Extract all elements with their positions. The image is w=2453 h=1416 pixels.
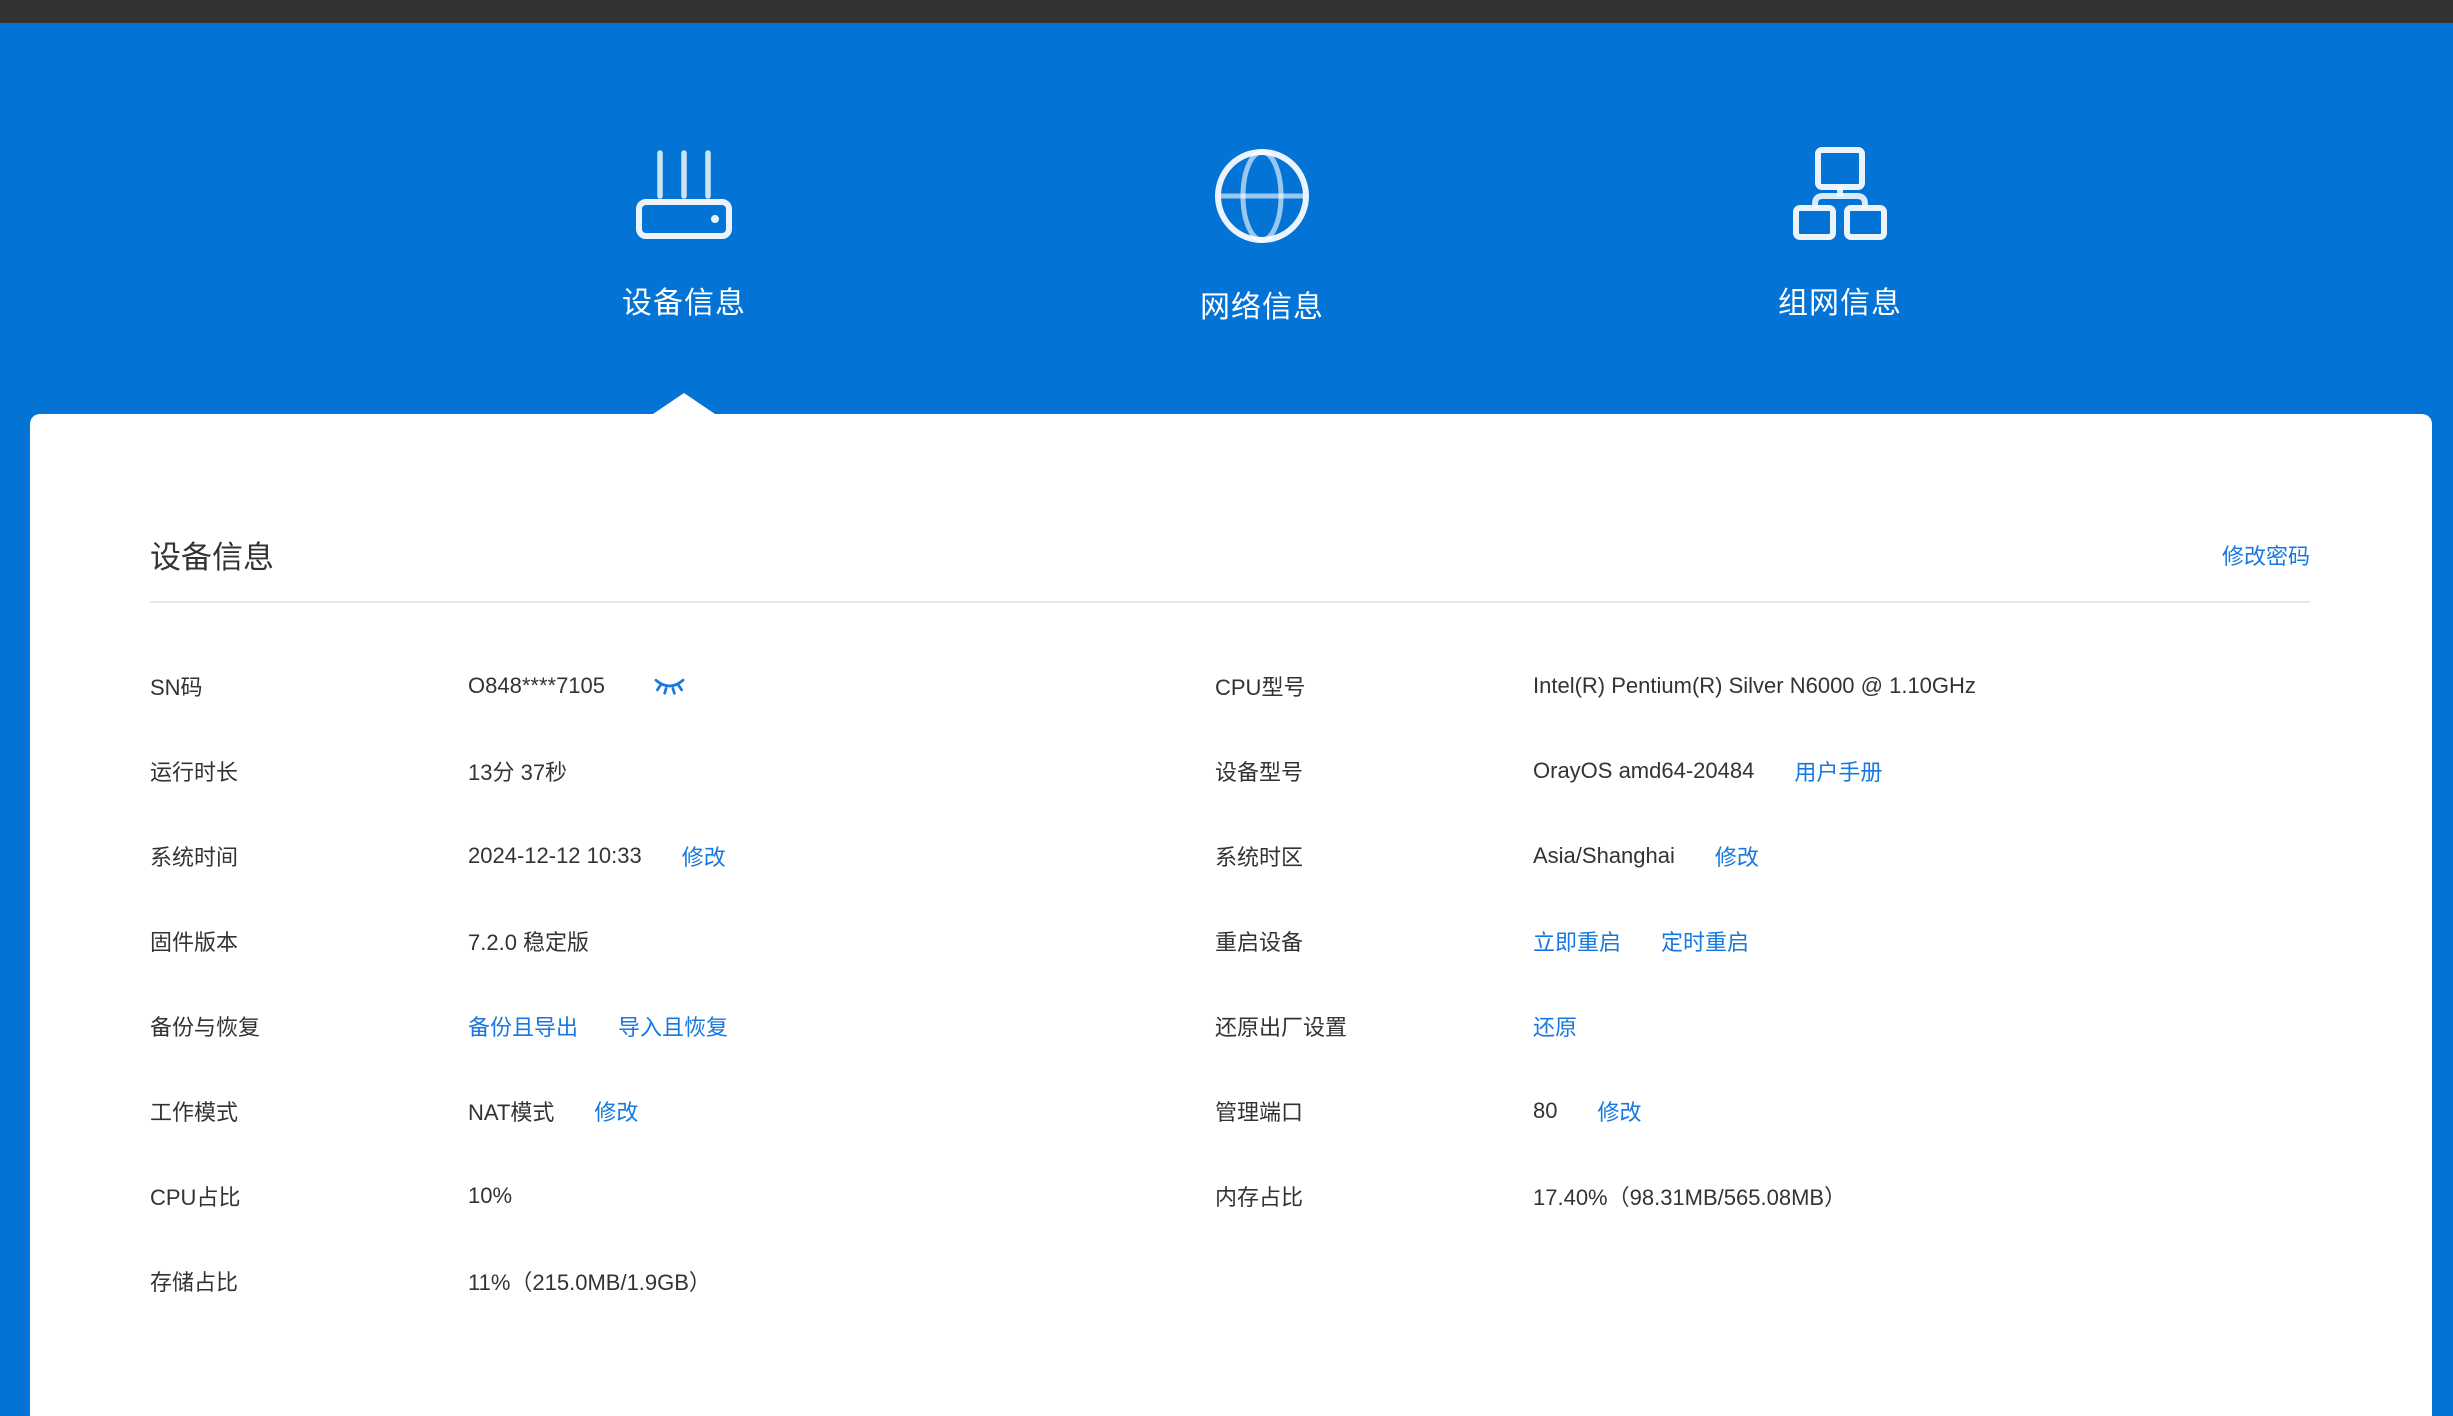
info-row: 系统时间2024-12-12 10:33 修改 系统时区Asia/Shanghai 修… bbox=[150, 813, 2310, 898]
action-link[interactable]: 修改 bbox=[682, 840, 726, 872]
action-link[interactable]: 修改 bbox=[1597, 1095, 1641, 1127]
info-row: 工作模式NAT模式 修改 管理端口80 修改 bbox=[150, 1068, 2310, 1153]
info-cell: CPU占比10% bbox=[150, 1180, 1215, 1212]
field-label: CPU型号 bbox=[1215, 670, 1533, 702]
field-label: SN码 bbox=[150, 670, 468, 702]
info-row: 备份与恢复备份且导出 导入且恢复 还原出厂设置还原 bbox=[150, 983, 2310, 1068]
field-label: 管理端口 bbox=[1215, 1095, 1533, 1127]
field-label: 运行时长 bbox=[150, 755, 468, 787]
eye-closed-icon[interactable] bbox=[653, 675, 686, 697]
field-value: 10% bbox=[468, 1183, 512, 1209]
field-value: NAT模式 bbox=[468, 1095, 554, 1127]
field-value-group: 7.2.0 稳定版 bbox=[468, 925, 589, 957]
field-value-group: OrayOS amd64-20484 用户手册 bbox=[1533, 755, 1882, 787]
tab-label: 网络信息 bbox=[1112, 282, 1412, 326]
field-value: 7.2.0 稳定版 bbox=[468, 925, 589, 957]
action-link[interactable]: 导入且恢复 bbox=[618, 1010, 728, 1042]
field-label: 设备型号 bbox=[1215, 755, 1533, 787]
field-value: O848****7105 bbox=[468, 673, 605, 699]
info-cell: 重启设备立即重启 定时重启 bbox=[1215, 925, 2310, 957]
field-value-group: 10% bbox=[468, 1183, 512, 1209]
action-link[interactable]: 还原 bbox=[1533, 1010, 1577, 1042]
field-value-group: O848****7105 bbox=[468, 673, 686, 699]
field-label: 系统时间 bbox=[150, 840, 468, 872]
field-value-group: 立即重启 定时重启 bbox=[1533, 925, 1749, 957]
field-value: 13分 37秒 bbox=[468, 755, 567, 787]
field-label: 工作模式 bbox=[150, 1095, 468, 1127]
field-value: 17.40%（98.31MB/565.08MB） bbox=[1533, 1180, 1846, 1212]
field-value: 2024-12-12 10:33 bbox=[468, 843, 642, 869]
info-cell: 还原出厂设置还原 bbox=[1215, 1010, 2310, 1042]
info-cell: 系统时区Asia/Shanghai 修改 bbox=[1215, 840, 2310, 872]
info-cell: 工作模式NAT模式 修改 bbox=[150, 1095, 1215, 1127]
device-info-card: 设备信息 修改密码 SN码O848****7105 CPU型号Intel(R) … bbox=[30, 414, 2432, 1416]
globe-icon bbox=[1212, 146, 1312, 246]
info-cell: 备份与恢复备份且导出 导入且恢复 bbox=[150, 1010, 1215, 1042]
info-row: 存储占比11%（215.0MB/1.9GB） bbox=[150, 1238, 2310, 1323]
field-value-group: Intel(R) Pentium(R) Silver N6000 @ 1.10G… bbox=[1533, 673, 1976, 699]
field-value-group: 11%（215.0MB/1.9GB） bbox=[468, 1265, 711, 1297]
action-link[interactable]: 修改 bbox=[1715, 840, 1759, 872]
field-value-group: 80 修改 bbox=[1533, 1095, 1642, 1127]
field-label: 系统时区 bbox=[1215, 840, 1533, 872]
action-link[interactable]: 用户手册 bbox=[1794, 755, 1882, 787]
info-grid: SN码O848****7105 CPU型号Intel(R) Pentium(R)… bbox=[150, 603, 2310, 1323]
field-label: 备份与恢复 bbox=[150, 1010, 468, 1042]
field-value-group: 备份且导出 导入且恢复 bbox=[468, 1010, 728, 1042]
info-row: 固件版本7.2.0 稳定版重启设备立即重启定时重启 bbox=[150, 898, 2310, 983]
field-value-group: 2024-12-12 10:33 修改 bbox=[468, 840, 726, 872]
field-label: 还原出厂设置 bbox=[1215, 1010, 1533, 1042]
router-icon bbox=[629, 146, 739, 242]
field-label: 固件版本 bbox=[150, 925, 468, 957]
field-value: Asia/Shanghai bbox=[1533, 843, 1675, 869]
info-cell: 固件版本7.2.0 稳定版 bbox=[150, 925, 1215, 957]
action-link[interactable]: 定时重启 bbox=[1661, 925, 1749, 957]
action-link[interactable]: 立即重启 bbox=[1533, 925, 1621, 957]
top-dark-bar bbox=[0, 0, 2453, 23]
field-value: 80 bbox=[1533, 1098, 1557, 1124]
change-password-link[interactable]: 修改密码 bbox=[2222, 539, 2310, 571]
field-label: 重启设备 bbox=[1215, 925, 1533, 957]
sitemap-icon bbox=[1790, 146, 1890, 242]
field-label: 存储占比 bbox=[150, 1265, 468, 1297]
action-link[interactable]: 备份且导出 bbox=[468, 1010, 578, 1042]
field-value-group: 13分 37秒 bbox=[468, 755, 567, 787]
info-cell: 运行时长13分 37秒 bbox=[150, 755, 1215, 787]
field-value: Intel(R) Pentium(R) Silver N6000 @ 1.10G… bbox=[1533, 673, 1976, 699]
card-title: 设备信息 bbox=[150, 532, 274, 577]
field-label: CPU占比 bbox=[150, 1180, 468, 1212]
field-value: OrayOS amd64-20484 bbox=[1533, 758, 1754, 784]
active-tab-pointer bbox=[653, 393, 715, 414]
tab-label: 设备信息 bbox=[534, 278, 834, 322]
field-value: 11%（215.0MB/1.9GB） bbox=[468, 1265, 711, 1297]
info-cell: 内存占比17.40%（98.31MB/565.08MB） bbox=[1215, 1180, 2310, 1212]
info-row: SN码O848****7105 CPU型号Intel(R) Pentium(R)… bbox=[150, 643, 2310, 728]
tab-mesh-info[interactable]: 组网信息 bbox=[1690, 146, 1990, 322]
info-cell: CPU型号Intel(R) Pentium(R) Silver N6000 @ … bbox=[1215, 670, 2310, 702]
tab-network-info[interactable]: 网络信息 bbox=[1112, 146, 1412, 326]
field-label: 内存占比 bbox=[1215, 1180, 1533, 1212]
field-value-group: 17.40%（98.31MB/565.08MB） bbox=[1533, 1180, 1846, 1212]
info-cell: SN码O848****7105 bbox=[150, 670, 1215, 702]
field-value-group: Asia/Shanghai 修改 bbox=[1533, 840, 1759, 872]
info-row: CPU占比10%内存占比17.40%（98.31MB/565.08MB） bbox=[150, 1153, 2310, 1238]
tab-device-info[interactable]: 设备信息 bbox=[534, 146, 834, 322]
field-value-group: NAT模式 修改 bbox=[468, 1095, 638, 1127]
action-link[interactable]: 修改 bbox=[594, 1095, 638, 1127]
info-cell: 系统时间2024-12-12 10:33 修改 bbox=[150, 840, 1215, 872]
info-row: 运行时长13分 37秒设备型号OrayOS amd64-20484用户手册 bbox=[150, 728, 2310, 813]
field-value-group: 还原 bbox=[1533, 1010, 1577, 1042]
tab-label: 组网信息 bbox=[1690, 278, 1990, 322]
info-cell: 存储占比11%（215.0MB/1.9GB） bbox=[150, 1265, 1215, 1297]
info-cell: 设备型号OrayOS amd64-20484 用户手册 bbox=[1215, 755, 2310, 787]
info-cell: 管理端口80 修改 bbox=[1215, 1095, 2310, 1127]
